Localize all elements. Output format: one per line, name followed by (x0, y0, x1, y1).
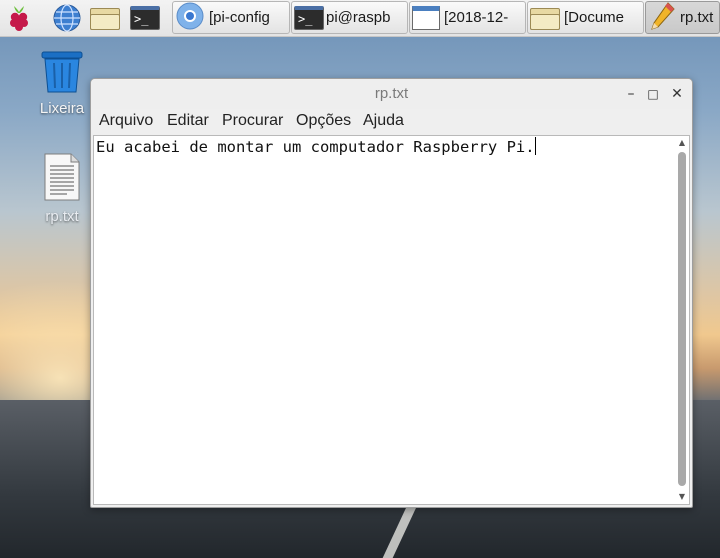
terminal-icon[interactable]: >_ (130, 3, 160, 33)
task-terminal[interactable]: >_ pi@raspb (291, 1, 408, 34)
menubar: Arquivo Editar Procurar Opções Ajuda (91, 109, 692, 135)
menu-editar[interactable]: Editar (167, 112, 209, 130)
window-icon (412, 5, 440, 30)
trash-icon (39, 51, 85, 98)
text-editor-window: rp.txt – □ ✕ Arquivo Editar Procurar Opç… (90, 78, 693, 508)
scroll-up-arrow-icon[interactable]: ▲ (677, 138, 687, 148)
taskbar: >_ [pi-config >_ pi@raspb [2018-12- [Doc… (0, 0, 720, 37)
maximize-button[interactable]: □ (644, 85, 662, 103)
task-label: rp.txt (680, 9, 714, 26)
task-label: [2018-12- (444, 9, 509, 26)
editor-text: Eu acabei de montar um computador Raspbe… (96, 138, 535, 156)
desktop-icon-label: Lixeira (39, 100, 85, 117)
menu-arquivo[interactable]: Arquivo (99, 112, 153, 130)
text-file-icon (43, 153, 81, 206)
desktop-icon-rp-txt[interactable]: rp.txt (27, 152, 97, 225)
menu-ajuda[interactable]: Ajuda (363, 112, 404, 130)
folder-icon (530, 6, 560, 30)
minimize-button[interactable]: – (622, 85, 640, 103)
task-label: [Docume (564, 9, 625, 26)
terminal-icon: >_ (294, 5, 324, 30)
task-rp-txt[interactable]: rp.txt (645, 1, 720, 34)
web-browser-icon[interactable] (52, 3, 82, 33)
pencil-icon (648, 2, 676, 33)
menu-procurar[interactable]: Procurar (222, 112, 283, 130)
task-documents[interactable]: [Docume (527, 1, 644, 34)
chromium-icon (175, 2, 205, 33)
text-caret (534, 137, 536, 155)
file-manager-icon[interactable] (90, 3, 120, 33)
task-label: [pi-config (209, 9, 270, 26)
raspberry-menu-icon[interactable] (4, 3, 34, 33)
scrollbar-thumb[interactable] (678, 152, 686, 486)
task-window-2018[interactable]: [2018-12- (409, 1, 526, 34)
text-editor-area[interactable]: Eu acabei de montar um computador Raspbe… (93, 135, 690, 505)
close-button[interactable]: ✕ (668, 85, 686, 103)
task-pi-config[interactable]: [pi-config (172, 1, 290, 34)
vertical-scrollbar[interactable]: ▲ ▼ (677, 138, 687, 502)
desktop-icon-trash[interactable]: Lixeira (27, 50, 97, 117)
desktop-icon-label: rp.txt (45, 208, 79, 225)
editor-text-line: Eu acabei de montar um computador Raspbe… (96, 137, 536, 156)
scroll-down-arrow-icon[interactable]: ▼ (677, 492, 687, 502)
window-title: rp.txt (374, 85, 409, 102)
task-label: pi@raspb (326, 9, 391, 26)
menu-opcoes[interactable]: Opções (296, 112, 351, 130)
window-titlebar[interactable]: rp.txt – □ ✕ (91, 79, 692, 109)
